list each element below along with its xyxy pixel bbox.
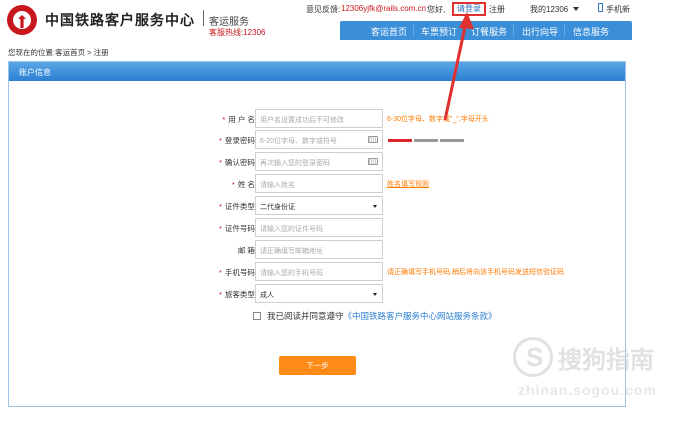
brand-subtitle: 客运服务	[209, 17, 249, 28]
confirm-password-input[interactable]: 再次输入您的登录密码	[255, 152, 383, 171]
required-mark: *	[218, 224, 222, 233]
nav-divider	[413, 25, 414, 36]
next-step-button[interactable]: 下一步	[279, 356, 356, 375]
username-row: * 用 户 名: 用户名设置成功后不可修改 6-30位字母、数字或"_",字母开头	[9, 109, 627, 129]
my-12306-menu[interactable]: 我的12306	[530, 4, 568, 15]
required-mark: *	[222, 115, 226, 124]
name-row: * 姓 名: 请输入姓名 姓名填写规则	[9, 174, 627, 194]
nav-divider	[513, 25, 514, 36]
register-link[interactable]: 注册	[489, 4, 505, 15]
password-input[interactable]: 6-20位字母、数字或符号	[255, 130, 383, 149]
required-mark: *	[218, 268, 222, 277]
confirm-password-label: * 确认密码:	[218, 158, 257, 167]
id-number-label: * 证件号码:	[218, 224, 257, 233]
id-number-input[interactable]: 请输入您的证件号码	[255, 218, 383, 237]
password-label: * 登录密码:	[218, 136, 257, 145]
breadcrumb: 您现在的位置:客运首页 > 注册	[8, 48, 109, 57]
agreement-row: 我已阅读并同意遵守《中国铁路客户服务中心网站服务条款》	[253, 310, 497, 322]
mobile-phone-icon[interactable]	[598, 3, 603, 12]
agree-checkbox[interactable]	[253, 312, 261, 320]
id-type-select[interactable]: 二代身份证	[255, 196, 383, 215]
terms-link[interactable]: 《中国铁路客户服务中心网站服务条款》	[344, 311, 497, 321]
strength-segment	[414, 139, 438, 142]
name-rules-link[interactable]: 姓名填写规则	[387, 179, 429, 189]
confirm-password-row: * 确认密码: 再次输入您的登录密码	[9, 152, 627, 172]
railway-logo-icon[interactable]	[7, 5, 37, 35]
feedback-label: 意见反馈:	[306, 5, 341, 14]
greeting-text: 您好,	[427, 5, 446, 14]
panel-header: 账户信息	[9, 62, 625, 81]
password-strength-meter	[388, 139, 466, 142]
name-label: * 姓 名:	[231, 180, 257, 189]
nav-item-home[interactable]: 客运首页	[371, 25, 407, 38]
nav-divider	[463, 25, 464, 36]
id-number-row: * 证件号码: 请输入您的证件号码	[9, 218, 627, 238]
required-mark: *	[231, 180, 235, 189]
passenger-type-row: * 旅客类型: 成人	[9, 284, 627, 304]
mobile-link[interactable]: 手机新	[606, 4, 630, 15]
nav-item-travel-guide[interactable]: 出行向导	[522, 25, 558, 38]
watermark-text: 搜狗指南	[558, 347, 654, 374]
brand-title: 中国铁路客户服务中心	[45, 12, 195, 28]
hotline-text: 客服热线:12306	[209, 28, 266, 37]
nav-item-meals[interactable]: 订餐服务	[471, 25, 507, 38]
id-type-label: * 证件类型:	[218, 202, 257, 211]
main-nav: 客运首页 车票预订 订餐服务 出行向导 信息服务	[340, 21, 632, 40]
password-row: * 登录密码: 6-20位字母、数字或符号	[9, 130, 627, 150]
email-row: 邮 箱: 请正确填写邮箱地址	[9, 240, 627, 260]
username-hint: 6-30位字母、数字或"_",字母开头	[387, 116, 489, 123]
chevron-down-icon	[373, 293, 377, 296]
keyboard-icon[interactable]	[368, 136, 378, 143]
chevron-down-icon[interactable]	[573, 7, 579, 11]
phone-label: * 手机号码:	[218, 268, 257, 277]
agree-text: 我已阅读并同意遵守	[267, 311, 344, 321]
panel-title: 账户信息	[19, 68, 51, 77]
chevron-down-icon	[373, 205, 377, 208]
sogou-watermark-logo-icon	[513, 337, 553, 377]
required-mark: *	[218, 202, 222, 211]
phone-hint: 请正确填写手机号码,稍后将向该手机号码发送短信验证码	[387, 269, 564, 276]
nav-item-info[interactable]: 信息服务	[573, 25, 609, 38]
phone-input[interactable]: 请输入您的手机号码	[255, 262, 383, 281]
email-input[interactable]: 请正确填写邮箱地址	[255, 240, 383, 259]
passenger-type-select[interactable]: 成人	[255, 284, 383, 303]
name-input[interactable]: 请输入姓名	[255, 174, 383, 193]
login-link[interactable]: 请登录	[452, 2, 486, 16]
feedback-email-link[interactable]: 12306yjfk@rails.com.cn	[341, 4, 426, 13]
phone-row: * 手机号码: 请输入您的手机号码 请正确填写手机号码,稍后将向该手机号码发送短信…	[9, 262, 627, 282]
username-input[interactable]: 用户名设置成功后不可修改	[255, 109, 383, 128]
strength-segment	[388, 139, 412, 142]
nav-divider	[564, 25, 565, 36]
required-mark: *	[218, 136, 222, 145]
strength-segment	[440, 139, 464, 142]
passenger-type-label: * 旅客类型:	[218, 290, 257, 299]
brand-divider	[203, 10, 204, 26]
nav-item-tickets[interactable]: 车票预订	[421, 25, 457, 38]
site-header: 中国铁路客户服务中心 客运服务 客服热线:12306 意见反馈: 12306yj…	[0, 0, 692, 41]
watermark-url: zhinan.sogou.com	[518, 382, 657, 398]
required-mark: *	[218, 158, 222, 167]
username-label: * 用 户 名:	[222, 115, 257, 124]
id-type-row: * 证件类型: 二代身份证	[9, 196, 627, 216]
required-mark: *	[218, 290, 222, 299]
keyboard-icon[interactable]	[368, 158, 378, 165]
